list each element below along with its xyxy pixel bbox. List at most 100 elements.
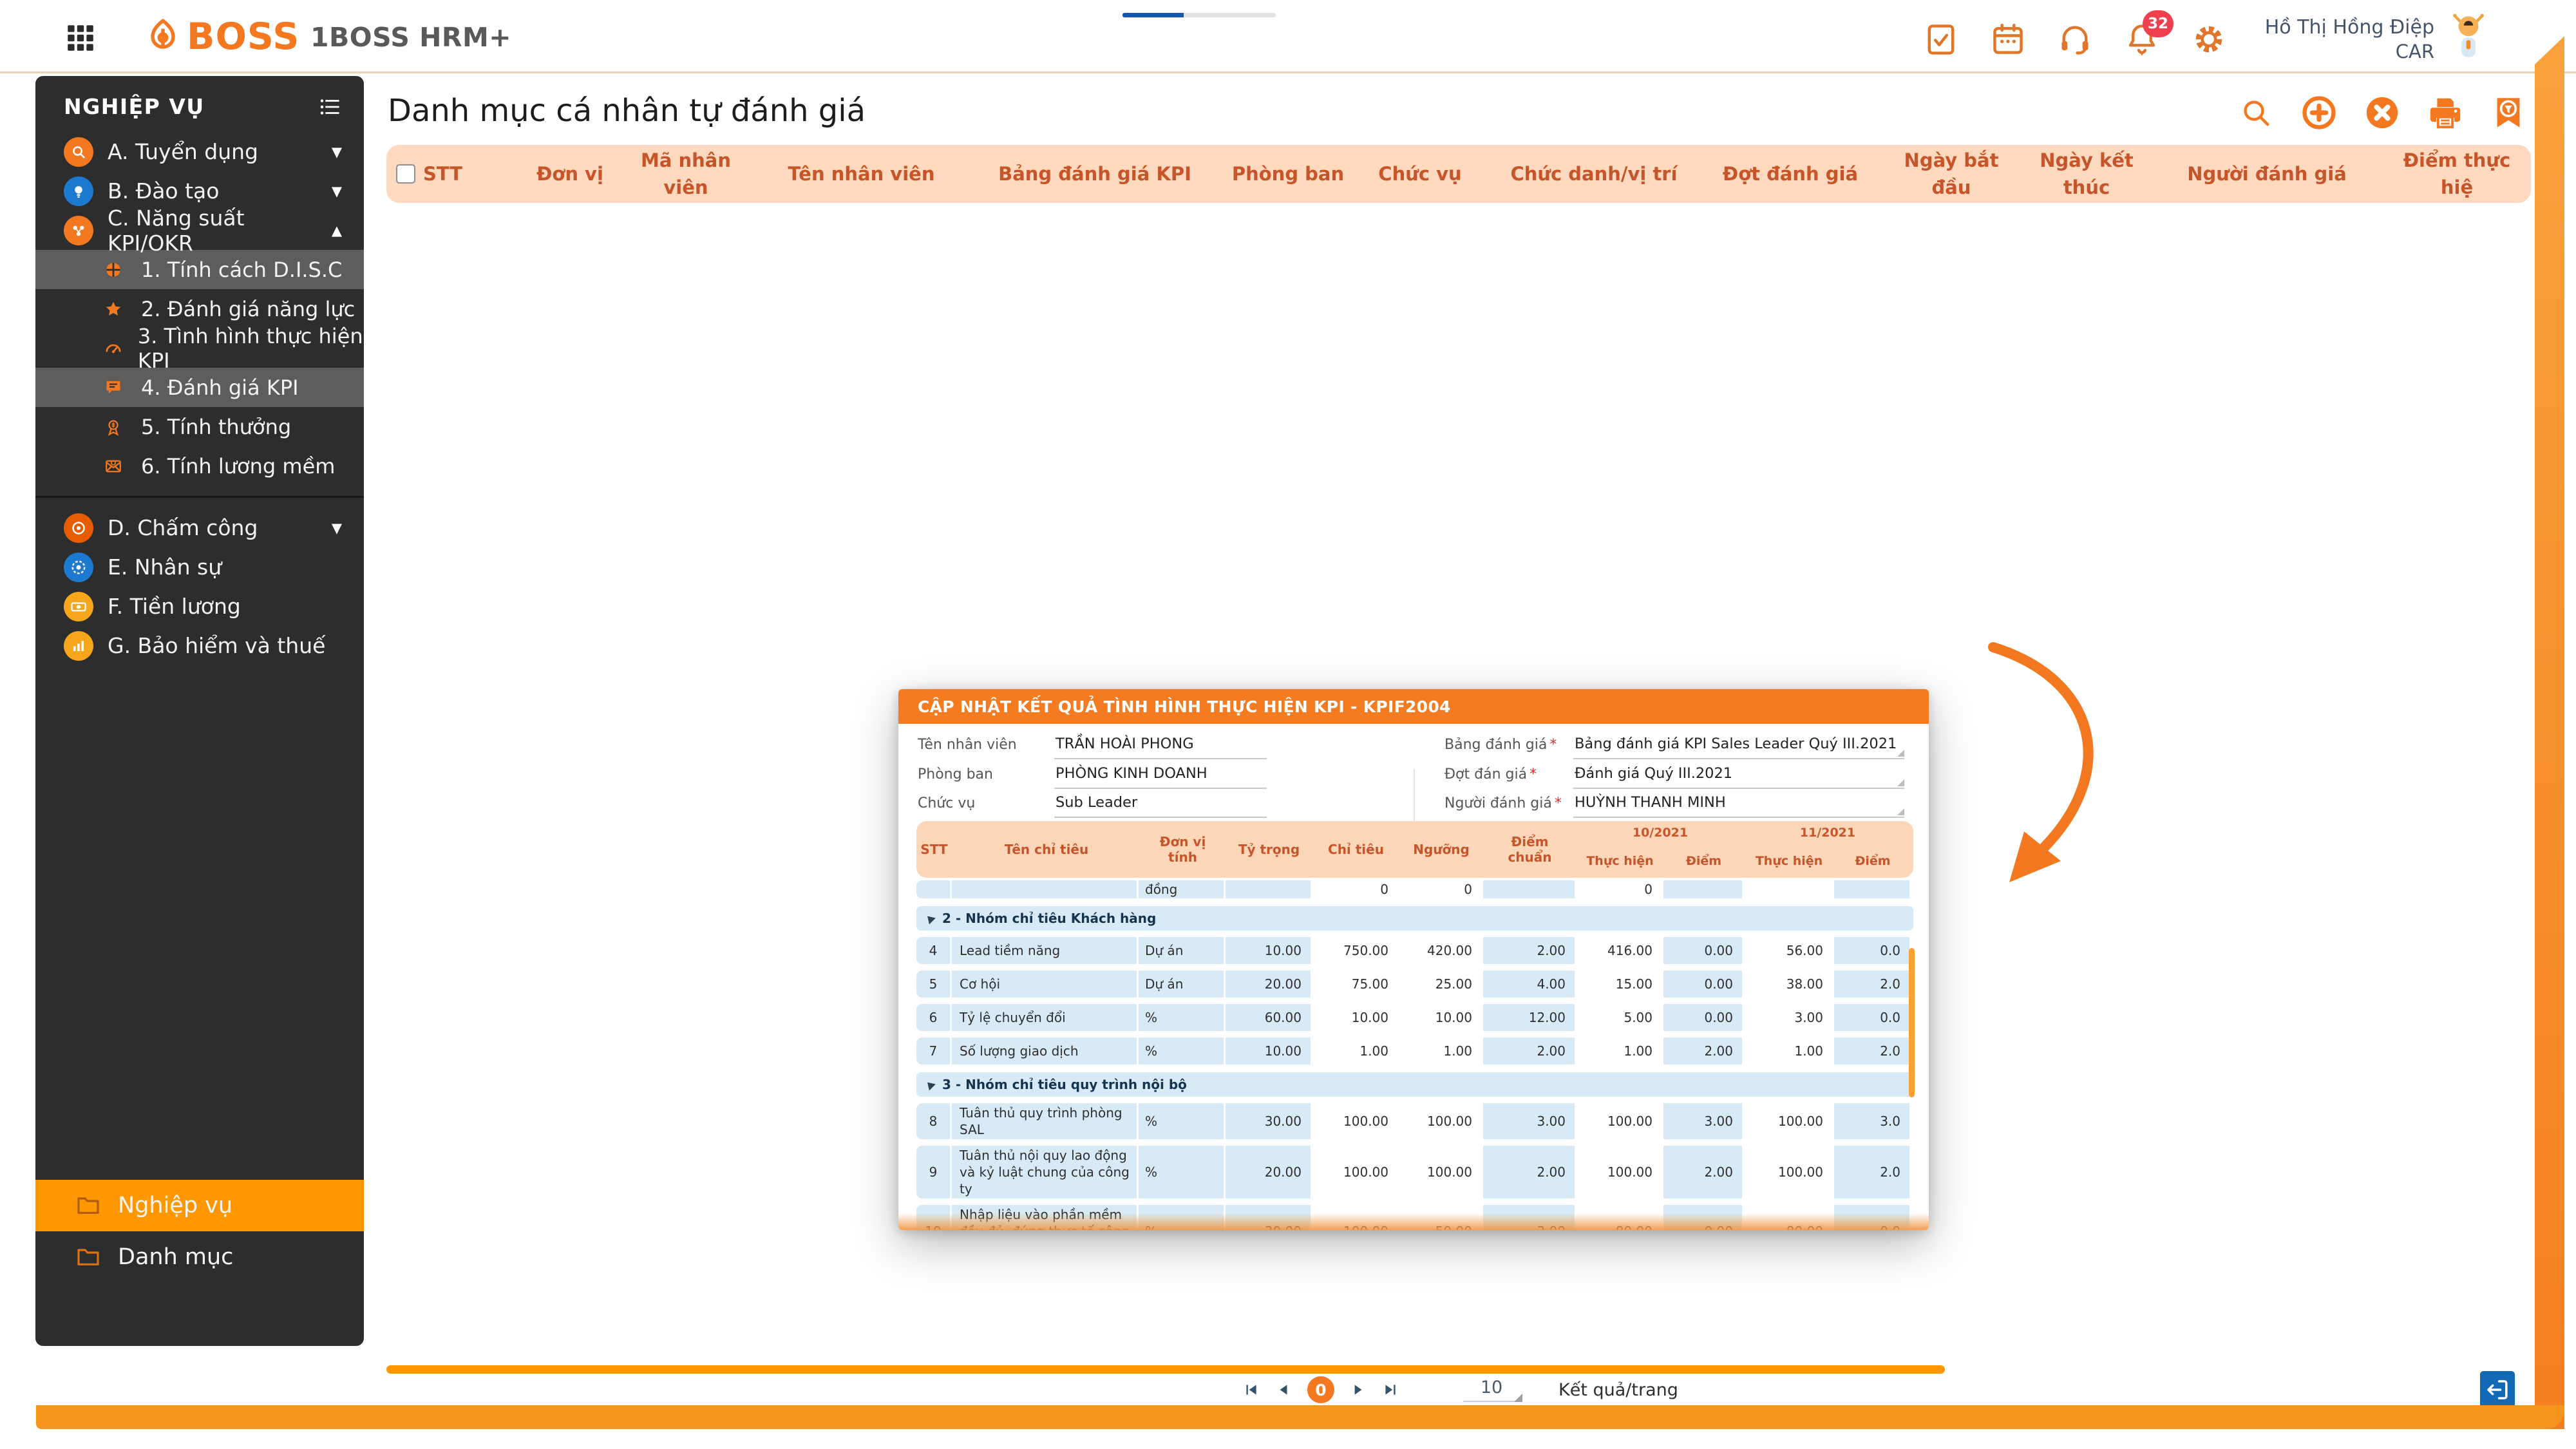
apps-grid-button[interactable]	[64, 22, 97, 54]
column-header[interactable]: Điểm thực hiệ	[2383, 145, 2531, 203]
page-size-input[interactable]: 10	[1463, 1378, 1520, 1402]
sidebar-footer-item[interactable]: Nghiệp vụ	[35, 1180, 364, 1231]
page-prev-button[interactable]	[1275, 1381, 1292, 1398]
sidebar-subitem[interactable]: 6. Tính lương mềm	[35, 446, 364, 486]
kpi-cell-m1_actual[interactable]: 1.00	[1577, 1037, 1663, 1065]
sidebar-subitem[interactable]: 3. Tình hình thực hiện KPI	[35, 328, 364, 368]
tasks-button[interactable]	[1922, 21, 1960, 58]
kpi-cell-m1_actual[interactable]: 100.00	[1577, 1103, 1663, 1139]
sidebar-item[interactable]: F. Tiền lương	[35, 587, 364, 626]
star-icon	[104, 299, 127, 319]
bell-button[interactable]: 32	[2123, 21, 2161, 58]
headset-icon	[2057, 21, 2093, 57]
kpi-cell-m2_actual[interactable]: 3.00	[1744, 1004, 1834, 1031]
column-header[interactable]: Đợt đánh giá	[1700, 145, 1880, 203]
column-header[interactable]: Phòng ban	[1224, 145, 1352, 203]
sidebar-subitem-label: 6. Tính lương mềm	[141, 454, 335, 478]
kpi-cell-name: Lead tiềm năng	[952, 937, 1139, 964]
kpi-cell-threshold[interactable]: 100.00	[1399, 1103, 1483, 1139]
kpi-cell-target[interactable]: 75.00	[1312, 971, 1399, 998]
kpi-cell-m2_score: 2.0	[1834, 971, 1911, 998]
kpi-cell-target[interactable]: 1.00	[1312, 1037, 1399, 1065]
kpi-cell-m1_score: 2.00	[1663, 1146, 1744, 1198]
gear-button[interactable]	[2190, 21, 2228, 58]
sidebar-footer-item[interactable]: Danh mục	[35, 1231, 364, 1283]
list-menu-icon[interactable]	[317, 95, 342, 119]
sidebar-subitem[interactable]: 2. Đánh giá năng lực	[35, 289, 364, 328]
sidebar-subitem[interactable]: 1. Tính cách D.I.S.C	[35, 250, 364, 289]
sidebar-subitem[interactable]: 5. Tính thưởng	[35, 407, 364, 446]
kpi-cell-threshold[interactable]: 100.00	[1399, 1146, 1483, 1198]
search-button[interactable]	[2237, 94, 2275, 131]
column-header[interactable]: Đơn vị	[525, 145, 615, 203]
kpi-cell-m1_actual[interactable]: 416.00	[1577, 937, 1663, 964]
kpi-cell-m2_actual[interactable]: 1.00	[1744, 1037, 1834, 1065]
group-row[interactable]: 3 - Nhóm chỉ tiêu quy trình nội bộ	[916, 1072, 1913, 1097]
page-size-label: Kết quả/trang	[1558, 1380, 1678, 1400]
kpi-cell-m2_actual[interactable]: 100.00	[1744, 1103, 1834, 1139]
form-select[interactable]: HUỲNH THANH MINH	[1573, 793, 1904, 818]
filterbm-button[interactable]	[2490, 94, 2527, 131]
calendar-button[interactable]	[1989, 21, 2027, 58]
column-header[interactable]: Mã nhân viên	[615, 145, 757, 203]
kpi-cell-m1_score: 2.00	[1663, 1037, 1744, 1065]
page-first-button[interactable]	[1243, 1381, 1260, 1398]
ckpi-icon	[69, 221, 88, 240]
column-header[interactable]: Chức danh/vị trí	[1488, 145, 1700, 203]
kpi-cell-threshold[interactable]: 420.00	[1399, 937, 1483, 964]
star-icon	[104, 299, 123, 319]
form-select[interactable]: Đánh giá Quý III.2021	[1573, 764, 1904, 789]
kpi-cell-threshold[interactable]: 10.00	[1399, 1004, 1483, 1031]
user-menu[interactable]: Hồ Thị Hồng Điệp CAR	[2235, 15, 2434, 63]
kpi-cell-m1_actual[interactable]: 15.00	[1577, 971, 1663, 998]
kpi-cell-m1_actual[interactable]: 100.00	[1577, 1146, 1663, 1198]
page-next-button[interactable]	[1350, 1381, 1367, 1398]
printer-icon	[2427, 94, 2464, 131]
select-all-checkbox[interactable]	[396, 164, 415, 184]
horizontal-scrollbar[interactable]	[386, 1365, 1945, 1374]
sidebar-item[interactable]: E. Nhân sự	[35, 547, 364, 587]
printer-button[interactable]	[2427, 94, 2464, 131]
sidebar-subitem[interactable]: 4. Đánh giá KPI	[35, 368, 364, 407]
form-select[interactable]: Bảng đánh giá KPI Sales Leader Quý III.2…	[1573, 734, 1904, 759]
form-input[interactable]: Sub Leader	[1054, 793, 1267, 818]
form-input[interactable]: PHÒNG KINH DOANH	[1054, 764, 1267, 789]
sidebar-item[interactable]: D. Chấm công ▼	[35, 508, 364, 547]
page-last-button[interactable]	[1382, 1381, 1399, 1398]
addcircle-button[interactable]	[2300, 94, 2338, 131]
kpi-cell-target[interactable]: 100.00	[1312, 1103, 1399, 1139]
user-avatar[interactable]	[2447, 10, 2490, 67]
kpi-cell-threshold[interactable]: 25.00	[1399, 971, 1483, 998]
delcircle-button[interactable]	[2363, 94, 2401, 131]
column-header[interactable]: Ngày kết thúc	[2022, 145, 2151, 203]
column-header[interactable]: STT	[425, 145, 460, 203]
column-header[interactable]: Ngày bắt đầu	[1880, 145, 2022, 203]
column-header[interactable]: Chức vụ	[1352, 145, 1488, 203]
column-header[interactable]: Tên nhân viên	[757, 145, 966, 203]
kpi-cell-m2_actual[interactable]: 100.00	[1744, 1146, 1834, 1198]
kpi-cell-unit: %	[1139, 1037, 1226, 1065]
kpi-cell-m2_actual[interactable]: 56.00	[1744, 937, 1834, 964]
sidebar-item[interactable]: C. Năng suất KPI/OKR ▲	[35, 211, 364, 250]
column-header[interactable]: Người đánh giá	[2151, 145, 2383, 203]
header-action-icons: 32	[1922, 21, 2228, 58]
column-header[interactable]: Bảng đánh giá KPI	[966, 145, 1224, 203]
brand-logo[interactable]: BOSS	[143, 15, 299, 58]
kpi-cell-target[interactable]: 100.00	[1312, 1146, 1399, 1198]
logout-button[interactable]	[2480, 1371, 2515, 1408]
sidebar-item[interactable]: G. Bảo hiểm và thuế	[35, 626, 364, 665]
popup-scrollbar[interactable]	[1909, 948, 1915, 1097]
group-row[interactable]: 2 - Nhóm chỉ tiêu Khách hàng	[916, 906, 1913, 931]
kpi-cell-weight: 10.00	[1226, 937, 1312, 964]
kpi-cell-threshold[interactable]: 1.00	[1399, 1037, 1483, 1065]
form-input[interactable]: TRẦN HOÀI PHONG	[1054, 734, 1267, 759]
form-label: Người đánh giá*	[1444, 793, 1573, 811]
kpi-cell-target[interactable]: 750.00	[1312, 937, 1399, 964]
kpi-cell-m2_actual[interactable]: 38.00	[1744, 971, 1834, 998]
current-page-badge[interactable]: 0	[1307, 1376, 1334, 1403]
app-header: BOSS 1BOSS HRM+ 32 Hồ Thị Hồng Điệp CAR	[0, 0, 2576, 73]
headset-button[interactable]	[2056, 21, 2094, 58]
kpi-cell-target[interactable]: 10.00	[1312, 1004, 1399, 1031]
sidebar-item[interactable]: A. Tuyển dụng ▼	[35, 132, 364, 171]
kpi-cell-m1_actual[interactable]: 5.00	[1577, 1004, 1663, 1031]
